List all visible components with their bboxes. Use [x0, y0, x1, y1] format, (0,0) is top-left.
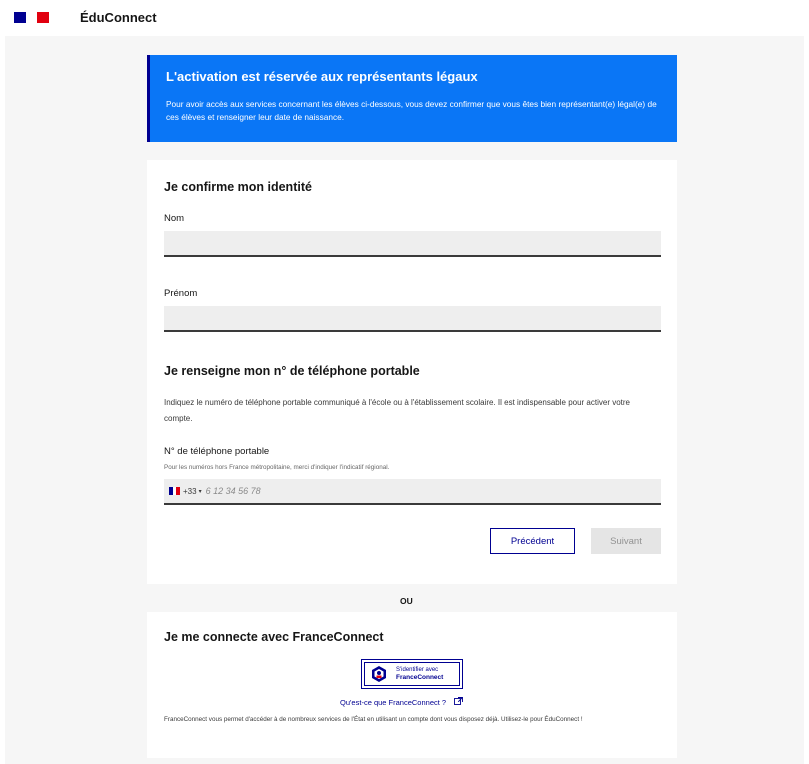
phone-help-text: Indiquez le numéro de téléphone portable… [164, 398, 630, 423]
app-name[interactable]: ÉduConnect [80, 10, 157, 25]
country-flag-icon[interactable] [169, 487, 181, 495]
country-code[interactable]: +33 [183, 487, 197, 496]
prenom-label: Prénom [164, 288, 198, 299]
franceconnect-heading: Je me connecte avec FranceConnect [164, 630, 384, 644]
franceconnect-button-text: S'identifier avec FranceConnect [396, 667, 443, 681]
franceconnect-button[interactable]: S'identifier avec FranceConnect [361, 659, 463, 689]
top-bar: ÉduConnect [0, 0, 809, 36]
phone-input[interactable] [205, 486, 586, 496]
chevron-down-icon[interactable]: ▾ [199, 488, 202, 495]
banner-text: Pour avoir accès aux services concernant… [166, 99, 657, 122]
french-flag-logo [14, 12, 50, 23]
franceconnect-description: FranceConnect vous permet d'accéder à de… [164, 716, 583, 723]
phone-field: +33 ▾ [164, 479, 661, 505]
franceconnect-button-line2: FranceConnect [396, 674, 444, 681]
franceconnect-link-text[interactable]: Qu'est-ce que FranceConnect ? [340, 698, 446, 707]
phone-hint: Pour les numéros hors France métropolita… [164, 464, 390, 471]
info-banner: L'activation est réservée aux représenta… [147, 55, 677, 142]
previous-button[interactable]: Précédent [490, 528, 575, 554]
franceconnect-logo-icon [370, 665, 388, 683]
nom-input[interactable] [164, 231, 661, 257]
banner-title: L'activation est réservée aux représenta… [166, 69, 478, 84]
franceconnect-info-link[interactable]: Qu'est-ce que FranceConnect ? [340, 697, 464, 708]
phone-heading: Je renseigne mon n° de téléphone portabl… [164, 364, 420, 378]
identity-heading: Je confirme mon identité [164, 180, 312, 194]
or-separator: OU [400, 596, 413, 606]
next-button[interactable]: Suivant [591, 528, 661, 554]
franceconnect-button-line1: S'identifier avec [396, 667, 439, 673]
external-link-icon[interactable] [454, 697, 464, 708]
nom-label: Nom [164, 213, 185, 224]
prenom-input[interactable] [164, 306, 661, 332]
phone-label: N° de téléphone portable [164, 446, 270, 457]
